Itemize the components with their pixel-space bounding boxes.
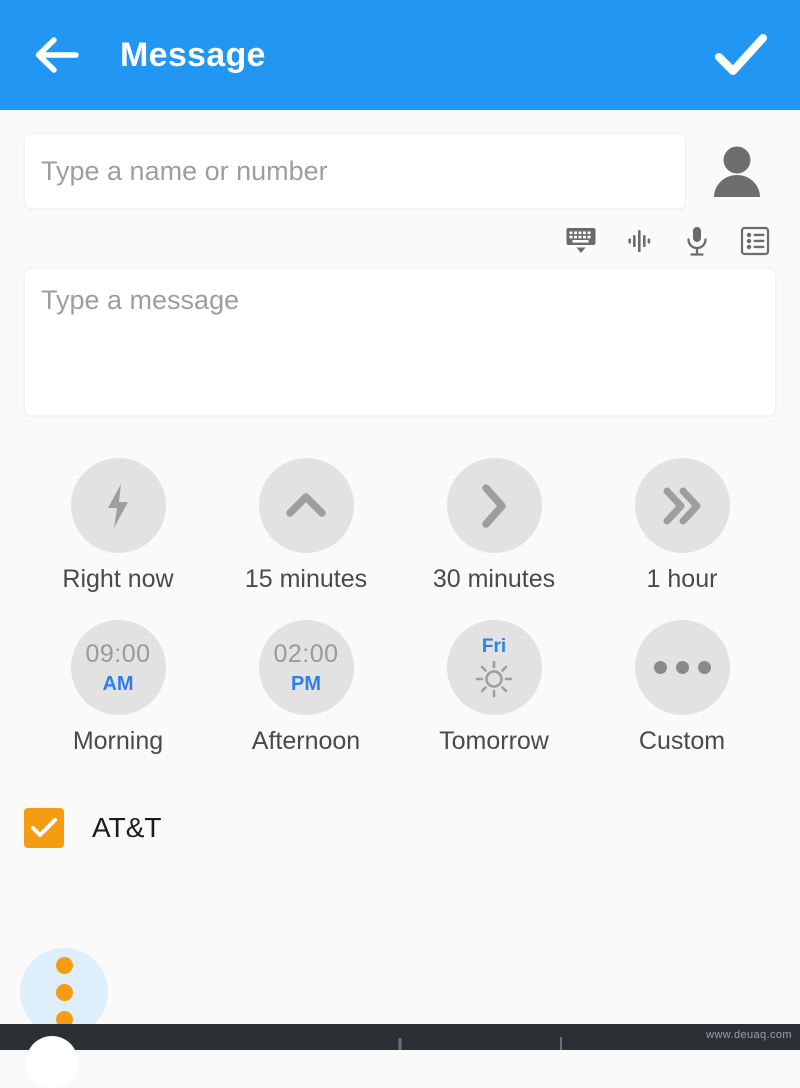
system-navigation-bar: www.deuaq.com <box>0 1024 800 1088</box>
check-icon <box>715 34 767 75</box>
quick-option-meridiem: PM <box>291 672 321 695</box>
microphone-button[interactable] <box>680 224 714 258</box>
quick-option-circle <box>446 458 542 553</box>
quick-option-afternoon[interactable]: 02:00 PM Afternoon <box>212 620 400 756</box>
message-input[interactable] <box>41 283 759 401</box>
fab-dot <box>55 956 73 974</box>
lightning-bolt-icon <box>108 483 128 528</box>
quick-option-custom[interactable]: Custom <box>588 620 776 756</box>
quick-option-label: Right now <box>62 565 174 593</box>
quick-option-circle: Fri <box>446 620 542 715</box>
quick-option-circle: 02:00 PM <box>258 620 354 715</box>
quick-option-tomorrow[interactable]: Fri Tomorrow <box>400 620 588 756</box>
watermark: www.deuaq.com <box>706 1029 792 1041</box>
confirm-button[interactable] <box>710 24 772 86</box>
assistant-icon <box>628 230 651 252</box>
quick-option-day: Fri <box>481 635 507 657</box>
dot <box>675 661 689 674</box>
templates-button[interactable] <box>738 224 772 258</box>
arrow-left-icon <box>35 37 79 73</box>
quick-option-label: Custom <box>638 727 726 755</box>
quick-option-label: 1 hour <box>646 565 718 593</box>
recipient-input[interactable] <box>41 155 669 187</box>
nav-recents-icon[interactable] <box>560 1037 562 1050</box>
templates-icon <box>740 226 770 256</box>
quick-option-label: Morning <box>72 727 164 755</box>
keyboard-button[interactable] <box>564 224 598 258</box>
carrier-checkbox[interactable] <box>24 808 64 848</box>
quick-option-circle <box>258 458 354 553</box>
compose-content: Right now 15 minutes 30 minutes <box>0 110 800 1036</box>
quick-option-label: Afternoon <box>251 727 361 755</box>
quick-schedule-grid: Right now 15 minutes 30 minutes 1 hour 0… <box>0 458 800 756</box>
quick-option-circle: 09:00 AM <box>70 620 166 715</box>
input-tools-row <box>0 210 800 268</box>
quick-option-circle <box>634 620 730 715</box>
recipient-row <box>0 110 800 210</box>
page-title: Message <box>120 35 266 74</box>
quick-option-label: 15 minutes <box>244 565 368 593</box>
fab-dot <box>55 983 73 1001</box>
quick-option-30-minutes[interactable]: 30 minutes <box>400 458 588 594</box>
nav-home-icon[interactable] <box>398 1038 402 1050</box>
app-bar: Message <box>0 0 800 110</box>
quick-option-15-minutes[interactable]: 15 minutes <box>212 458 400 594</box>
chevron-up-icon <box>286 492 326 517</box>
quick-option-meridiem: AM <box>102 672 134 695</box>
carrier-label: AT&T <box>92 812 162 843</box>
keyboard-icon <box>566 228 596 253</box>
contact-picker-button[interactable] <box>698 132 776 210</box>
message-box[interactable] <box>24 268 776 416</box>
quick-option-1-hour[interactable]: 1 hour <box>588 458 776 594</box>
chevron-right-icon <box>482 483 506 528</box>
person-icon <box>714 146 760 197</box>
quick-option-label: 30 minutes <box>432 565 556 593</box>
quick-option-circle <box>634 458 730 553</box>
nav-back-icon[interactable] <box>26 1036 78 1088</box>
assistant-button[interactable] <box>622 224 656 258</box>
dot <box>653 661 667 674</box>
quick-option-right-now[interactable]: Right now <box>24 458 212 594</box>
double-chevron-right-icon <box>663 487 701 524</box>
microphone-icon <box>687 227 707 256</box>
more-horizontal-icon <box>653 661 711 674</box>
quick-option-circle <box>70 458 166 553</box>
checkmark-icon <box>31 818 57 837</box>
quick-option-time: 02:00 <box>273 639 339 668</box>
quick-option-time: 09:00 <box>85 639 151 668</box>
overflow-menu-fab[interactable] <box>20 948 108 1036</box>
dot <box>697 661 711 674</box>
sun-icon <box>475 660 513 697</box>
quick-option-morning[interactable]: 09:00 AM Morning <box>24 620 212 756</box>
recipient-field[interactable] <box>24 133 686 209</box>
quick-option-label: Tomorrow <box>439 727 549 755</box>
back-button[interactable] <box>28 26 86 84</box>
carrier-checkbox-row[interactable]: AT&T <box>0 808 800 848</box>
